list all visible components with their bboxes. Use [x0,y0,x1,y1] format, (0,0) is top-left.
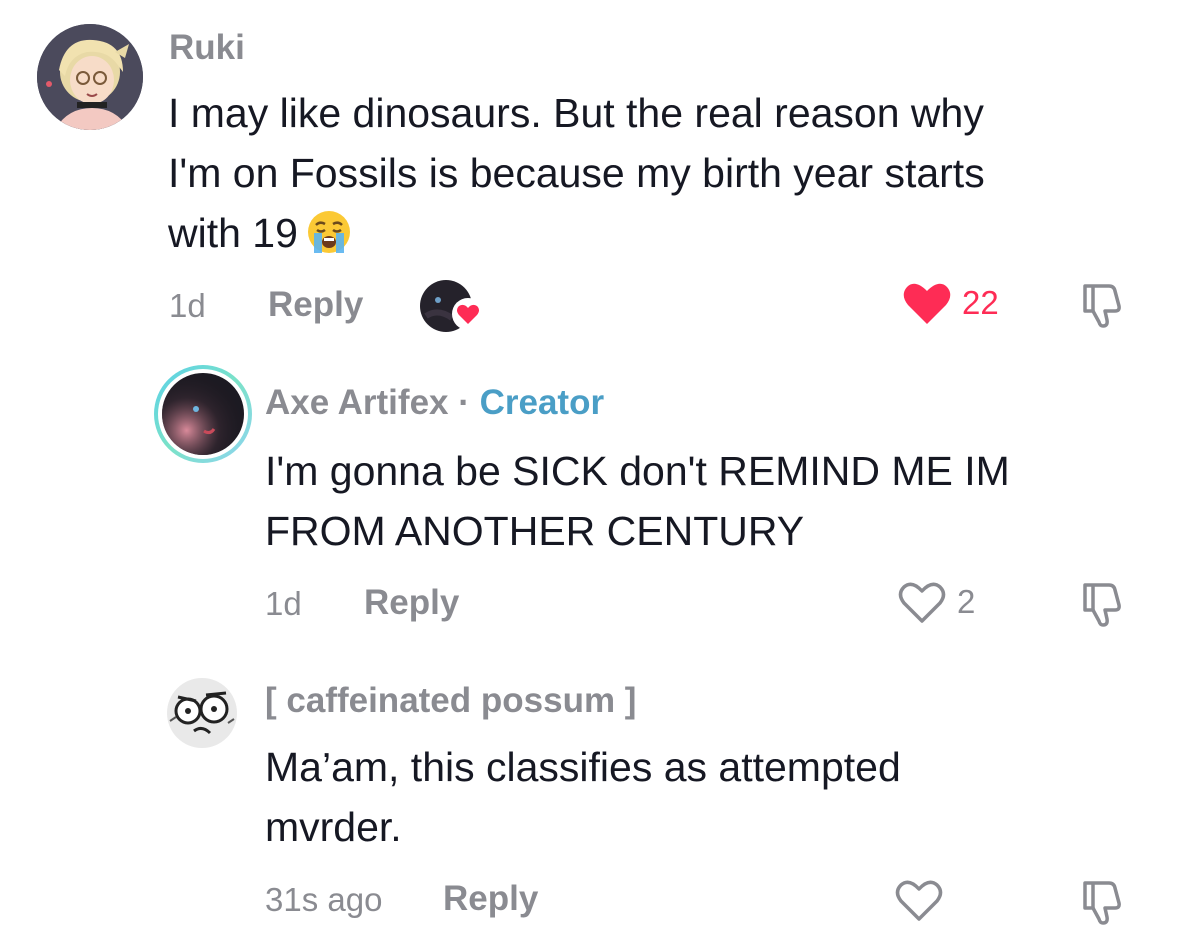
avatar-axe-artifex[interactable] [154,365,252,463]
reply-button[interactable]: Reply [364,583,459,623]
creator-liked-badge-icon [420,280,484,332]
heart-filled-icon [903,283,951,324]
dislike-icon [1083,583,1121,627]
comment-time: 1d [169,287,206,324]
heart-outline-icon [895,880,943,921]
dislike-button[interactable] [1077,280,1127,335]
dislike-icon [1083,284,1121,328]
comment-text-line: I'm gonna be SICK don't REMIND ME IM [265,448,1010,494]
loudly-crying-face-icon [307,211,350,253]
like-count: 2 [957,583,976,620]
username[interactable]: Ruki [169,28,245,68]
comment-text-line: with 19 [168,203,1148,263]
like-button[interactable] [894,877,944,923]
comment-text-line-content: with 19 [168,210,298,256]
comment-axe-artifex: Axe Artifex · Creator I'm gonna be SICK … [0,345,1179,645]
like-button[interactable]: 2 [897,579,975,625]
like-count: 22 [962,284,999,321]
comment-time: 1d [265,585,302,622]
separator: · [448,383,480,422]
reply-button[interactable]: Reply [268,285,363,325]
comment-text: I may like dinosaurs. But the real reaso… [168,83,1148,263]
comment-text-line: I may like dinosaurs. But the real reaso… [168,90,984,136]
comment-caffeinated-possum: [ caffeinated possum ] Ma’am, this class… [0,645,1179,945]
username-link[interactable]: Axe Artifex [265,383,449,422]
dislike-button[interactable] [1077,579,1127,634]
username[interactable]: [ caffeinated possum ] [265,681,636,721]
comment-ruki: Ruki I may like dinosaurs. But the real … [0,0,1179,345]
avatar-ruki-image [37,24,143,130]
avatar-caffeinated-possum[interactable] [166,677,238,749]
comment-text-line: mvrder. [265,804,402,850]
creator-badge: Creator [479,383,605,422]
avatar-axe-artifex-image [158,369,248,459]
dislike-button[interactable] [1077,877,1127,932]
comment-text-line: FROM ANOTHER CENTURY [265,508,805,554]
heart-outline-icon [898,582,946,623]
comment-text: I'm gonna be SICK don't REMIND ME IM FRO… [265,441,1145,561]
like-button[interactable]: 22 [902,280,999,326]
creator-liked-badge [418,278,486,332]
comment-text: Ma’am, this classifies as attempted mvrd… [265,737,1145,857]
comment-time: 31s ago [265,881,383,918]
reply-button[interactable]: Reply [443,879,538,919]
avatar-caffeinated-possum-image [167,678,237,748]
avatar-ruki[interactable] [37,24,143,130]
comment-text-line: I'm on Fossils is because my birth year … [168,150,985,196]
comment-text-line: Ma’am, this classifies as attempted [265,744,901,790]
username: Axe Artifex · Creator [265,383,604,423]
dislike-icon [1083,881,1121,925]
